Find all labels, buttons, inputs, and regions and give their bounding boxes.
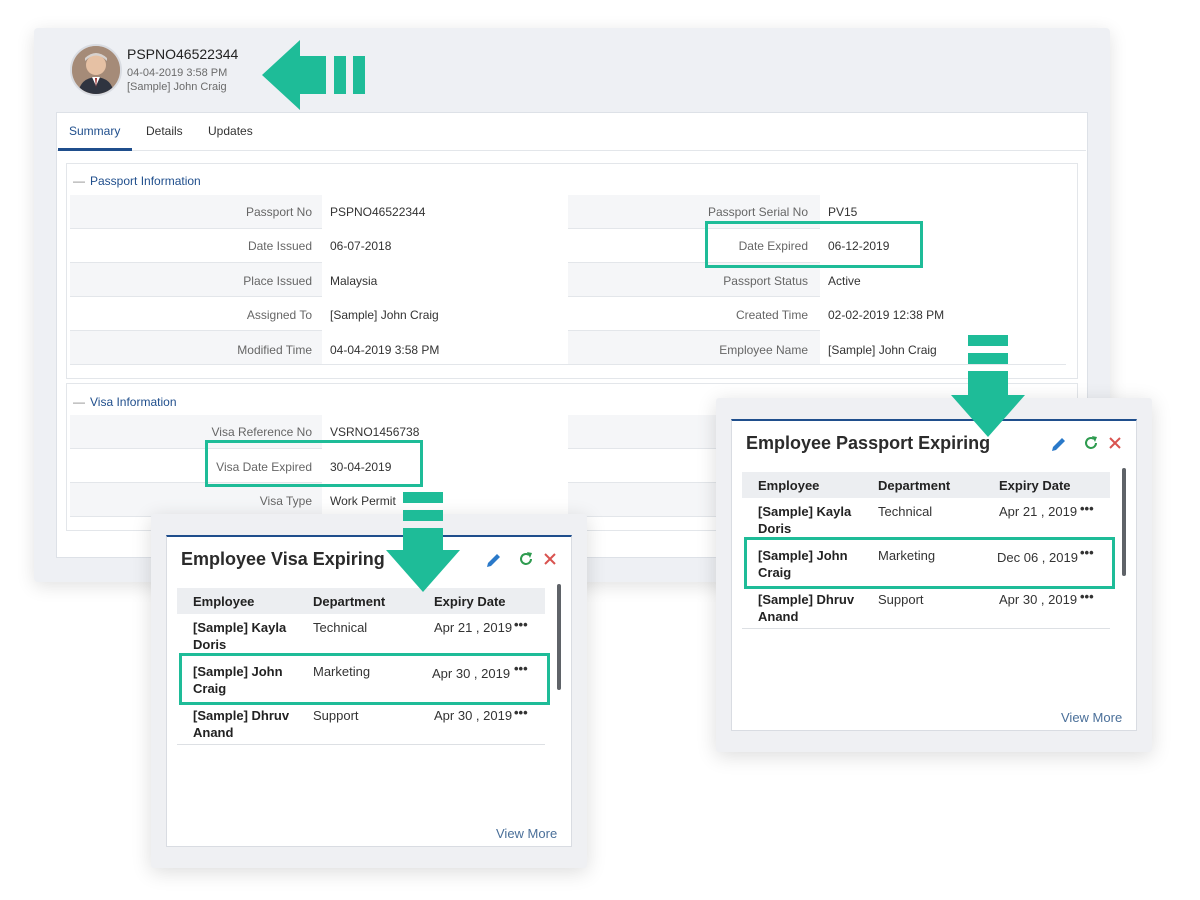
column-header[interactable]: Expiry Date xyxy=(999,478,1071,493)
employee-name[interactable]: [Sample] Kayla xyxy=(758,503,851,520)
view-more-link[interactable]: View More xyxy=(496,826,557,841)
field-label: Date Issued xyxy=(247,239,312,253)
column-header[interactable]: Employee xyxy=(193,594,254,609)
scrollbar[interactable] xyxy=(1122,468,1126,576)
row-divider xyxy=(177,744,545,745)
field-label: Visa Type xyxy=(259,494,312,508)
column-header[interactable]: Employee xyxy=(758,478,819,493)
field-label: Assigned To xyxy=(246,308,312,322)
john-craig-visa-highlight xyxy=(179,653,550,705)
employee-name[interactable]: [Sample] Dhruv xyxy=(193,707,289,724)
employee-name[interactable]: Doris xyxy=(758,520,791,537)
field-label: Modified Time xyxy=(237,343,312,357)
refresh-icon[interactable] xyxy=(517,550,535,568)
tab-details[interactable]: Details xyxy=(146,124,183,138)
john-craig-passport-highlight xyxy=(744,537,1115,589)
visa-widget-title: Employee Visa Expiring xyxy=(181,549,385,569)
department: Support xyxy=(313,708,359,723)
field-label: Created Time xyxy=(735,308,808,322)
visa-date-expired-highlight xyxy=(205,440,423,487)
field-label: Passport No xyxy=(245,205,312,219)
passport-section-heading[interactable]: Passport Information xyxy=(90,174,201,188)
visa-section-heading[interactable]: Visa Information xyxy=(90,395,177,409)
field-label: Passport Status xyxy=(723,274,808,288)
field-label: Place Issued xyxy=(243,274,312,288)
tab-summary[interactable]: Summary xyxy=(69,124,120,138)
edit-icon[interactable] xyxy=(1050,434,1068,452)
department: Support xyxy=(878,592,924,607)
field-value: 04-04-2019 3:58 PM xyxy=(330,343,440,357)
close-icon[interactable] xyxy=(1107,435,1123,451)
expiry-date: Apr 30 , 2019 xyxy=(434,708,513,723)
record-timestamp: 04-04-2019 3:58 PM xyxy=(127,67,228,79)
record-owner: [Sample] John Craig xyxy=(127,81,227,93)
more-options-icon[interactable]: ••• xyxy=(514,704,528,721)
record-title: PSPNO46522344 xyxy=(127,46,239,62)
edit-icon[interactable] xyxy=(485,550,503,568)
field-value: Malaysia xyxy=(330,274,378,288)
field-value: PV15 xyxy=(828,205,858,219)
employee-name[interactable]: Doris xyxy=(193,636,226,653)
field-value: VSRNO1456738 xyxy=(330,425,420,439)
field-value: PSPNO46522344 xyxy=(330,205,426,219)
field-value: Active xyxy=(828,274,861,288)
more-options-icon[interactable]: ••• xyxy=(514,616,528,633)
employee-name[interactable]: Anand xyxy=(193,724,233,741)
department: Technical xyxy=(878,504,933,519)
field-value: 02-02-2019 12:38 PM xyxy=(828,308,945,322)
column-header[interactable]: Department xyxy=(878,478,950,493)
left-arrow-icon xyxy=(262,40,365,110)
down-arrow-icon xyxy=(386,492,460,592)
more-options-icon[interactable]: ••• xyxy=(1080,588,1094,605)
down-arrow-icon xyxy=(951,335,1025,437)
expiry-date: Apr 21 , 2019 xyxy=(999,504,1078,519)
field-value: [Sample] John Craig xyxy=(828,343,937,357)
column-header[interactable]: Expiry Date xyxy=(434,594,506,609)
more-options-icon[interactable]: ••• xyxy=(1080,500,1094,517)
refresh-icon[interactable] xyxy=(1082,434,1100,452)
date-expired-highlight xyxy=(705,221,923,268)
department: Technical xyxy=(313,620,368,635)
field-label: Visa Reference No xyxy=(211,425,313,439)
field-value: 06-07-2018 xyxy=(330,239,392,253)
employee-name[interactable]: [Sample] Dhruv xyxy=(758,591,854,608)
employee-name[interactable]: Anand xyxy=(758,608,798,625)
tab-active-indicator xyxy=(58,148,132,151)
field-label: Employee Name xyxy=(719,343,808,357)
close-icon[interactable] xyxy=(542,551,558,567)
visa-collapse-icon[interactable]: — xyxy=(73,395,85,409)
tab-updates[interactable]: Updates xyxy=(208,124,253,138)
column-header[interactable]: Department xyxy=(313,594,385,609)
expiry-date: Apr 30 , 2019 xyxy=(999,592,1078,607)
field-value: [Sample] John Craig xyxy=(330,308,439,322)
field-label: Passport Serial No xyxy=(707,205,808,219)
view-more-link[interactable]: View More xyxy=(1061,710,1122,725)
avatar xyxy=(70,44,122,96)
row-divider xyxy=(742,628,1110,629)
scrollbar[interactable] xyxy=(557,584,561,690)
expiry-date: Apr 21 , 2019 xyxy=(434,620,513,635)
passport-collapse-icon[interactable]: — xyxy=(73,174,85,188)
employee-name[interactable]: [Sample] Kayla xyxy=(193,619,286,636)
